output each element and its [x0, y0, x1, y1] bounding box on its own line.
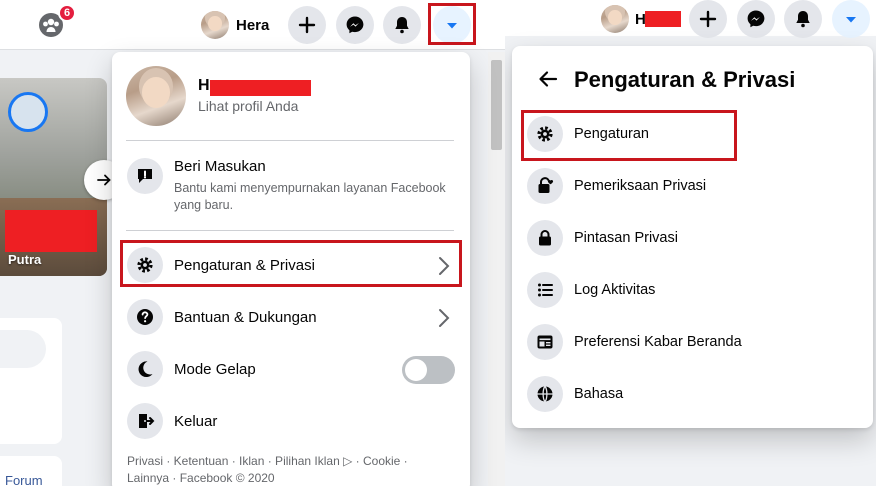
lock-heart-icon	[527, 168, 563, 204]
divider	[126, 140, 454, 141]
messenger-icon	[346, 16, 364, 34]
forum-link[interactable]: Forum	[5, 473, 43, 486]
profile-name: Hera	[236, 16, 270, 34]
profile-chip[interactable]: Hera	[201, 11, 269, 39]
redaction-box	[5, 210, 97, 252]
bell-icon	[796, 11, 810, 28]
toggle-knob	[405, 359, 427, 381]
logout-item[interactable]: Keluar	[127, 403, 217, 439]
avatar	[601, 5, 629, 33]
right-screenshot: H Pengaturan & Privasi Pengaturan Pemeri…	[505, 0, 876, 486]
redaction-box	[210, 80, 311, 96]
messenger-icon	[747, 10, 765, 28]
plus-icon	[298, 16, 316, 34]
avatar	[201, 11, 229, 39]
view-profile-text: Lihat profil Anda	[198, 98, 299, 114]
panel-title: Pengaturan & Privasi	[574, 67, 796, 92]
arrow-right-icon	[97, 174, 111, 186]
messenger-button[interactable]	[737, 0, 775, 38]
highlight-settings	[521, 110, 737, 161]
feedback-title: Beri Masukan	[174, 158, 266, 175]
lock-icon	[527, 220, 563, 256]
globe-icon	[527, 376, 563, 412]
dark-mode-toggle[interactable]	[402, 356, 455, 384]
dark-mode-label: Mode Gelap	[174, 360, 256, 378]
news-feed-icon	[527, 324, 563, 360]
redaction-box	[645, 11, 681, 27]
logout-label: Keluar	[174, 412, 218, 430]
notification-badge: 6	[58, 4, 76, 22]
language-label: Bahasa	[574, 386, 624, 402]
left-screenshot: 6 Hera Putra Forum H Lihat profil Anda B…	[0, 0, 505, 486]
bell-icon	[395, 17, 409, 34]
story-avatar	[8, 92, 48, 132]
language-item[interactable]: Bahasa	[527, 376, 623, 412]
feedback-description: Bantu kami menyempurnakan layanan Facebo…	[174, 181, 446, 212]
create-button[interactable]	[288, 6, 326, 44]
notifications-button[interactable]	[784, 0, 822, 38]
list-icon	[527, 272, 563, 308]
back-arrow-icon[interactable]	[535, 66, 561, 92]
profile-row[interactable]: H Lihat profil Anda	[126, 66, 298, 126]
privacy-checkup-label: Pemeriksaan Privasi	[574, 178, 707, 194]
scrollbar-thumb[interactable]	[491, 60, 502, 150]
activity-log-item[interactable]: Log Aktivitas	[527, 272, 655, 308]
privacy-checkup-item[interactable]: Pemeriksaan Privasi	[527, 168, 706, 204]
give-feedback-item[interactable]: Beri Masukan Bantu kami menyempurnakan l…	[127, 158, 464, 214]
privacy-shortcuts-item[interactable]: Pintasan Privasi	[527, 220, 678, 256]
composer-input[interactable]	[0, 330, 46, 368]
logout-icon	[127, 403, 163, 439]
caret-down-icon	[846, 17, 856, 23]
profile-chip[interactable]: H	[601, 5, 646, 33]
footer-links[interactable]: Privasi · Ketentuan · Iklan · Pilihan Ik…	[127, 453, 457, 486]
account-menu-button[interactable]	[832, 0, 870, 38]
highlight-account-menu	[428, 3, 476, 45]
moon-icon	[127, 351, 163, 387]
news-feed-preferences-label: Preferensi Kabar Beranda	[574, 334, 742, 350]
footer-line-2[interactable]: Lainnya · Facebook © 2020	[127, 470, 457, 486]
question-icon	[127, 299, 163, 335]
notifications-button[interactable]	[383, 6, 421, 44]
story-name: Putra	[8, 252, 42, 267]
avatar-large	[126, 66, 186, 126]
create-button[interactable]	[689, 0, 727, 38]
help-support-label: Bantuan & Dukungan	[174, 308, 317, 326]
chevron-right-icon	[439, 309, 450, 327]
news-feed-preferences-item[interactable]: Preferensi Kabar Beranda	[527, 324, 742, 360]
divider	[126, 230, 454, 231]
dark-mode-item[interactable]: Mode Gelap	[127, 351, 256, 387]
highlight-settings-privacy	[120, 240, 462, 287]
help-support-item[interactable]: Bantuan & Dukungan	[127, 299, 453, 335]
feedback-icon	[127, 158, 163, 194]
privacy-shortcuts-label: Pintasan Privasi	[574, 230, 678, 246]
footer-line-1[interactable]: Privasi · Ketentuan · Iklan · Pilihan Ik…	[127, 453, 457, 470]
plus-icon	[699, 10, 717, 28]
activity-log-label: Log Aktivitas	[574, 282, 656, 298]
messenger-button[interactable]	[336, 6, 374, 44]
